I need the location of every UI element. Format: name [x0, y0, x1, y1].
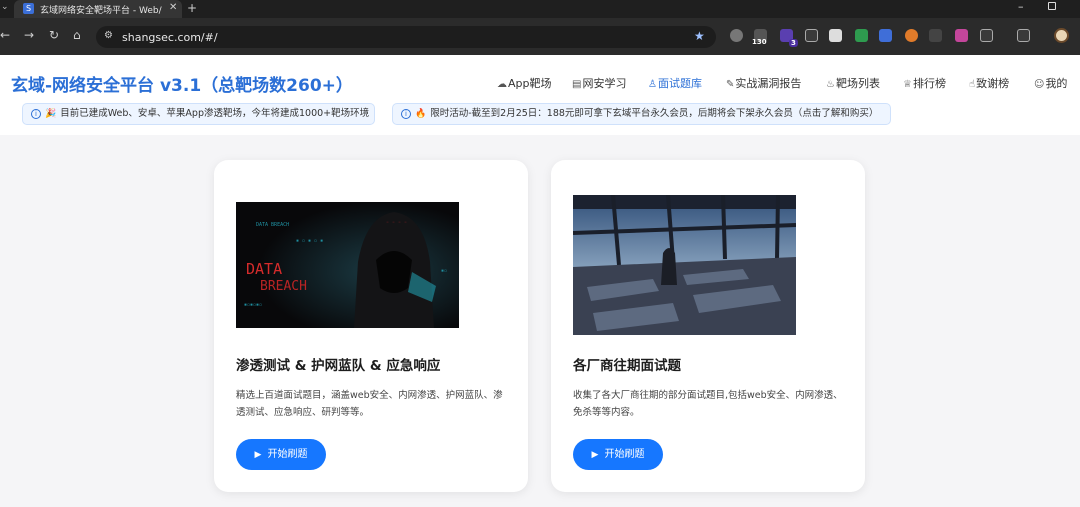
extension-sheet-icon[interactable]	[855, 29, 868, 42]
svg-text:◦ ◦ ◦ ◦: ◦ ◦ ◦ ◦	[386, 220, 407, 226]
fire-emoji-icon: 🔥	[415, 109, 427, 119]
book-icon: ▤	[572, 79, 582, 90]
tab-title: 玄域网络安全靶场平台 - Web/	[40, 6, 162, 16]
site-favicon-icon: S	[23, 3, 34, 14]
back-icon[interactable]: ←	[0, 28, 10, 42]
reload-icon[interactable]: ↻	[49, 28, 59, 42]
card-image-data-breach: DATA BREACH ◦ ◦ ◦ ◦ ▪ ▫ ▪ ▫ ▪ ▪▫▪▫▪▫ ▪▫ …	[236, 202, 459, 328]
site-header: 玄域-网络安全平台 v3.1（总靶场数260+） ☁App靶场 ▤网安学习 ♙面…	[0, 55, 1080, 135]
fire-icon: ♨	[826, 79, 835, 90]
home-icon[interactable]: ⌂	[73, 28, 81, 42]
tab-search-chevron-icon[interactable]: ⌄	[1, 2, 9, 12]
hacker-illustration-icon: DATA BREACH ◦ ◦ ◦ ◦ ▪ ▫ ▪ ▫ ▪ ▪▫▪▫▪▫ ▪▫ …	[236, 202, 459, 328]
window-restore-icon[interactable]	[1048, 2, 1056, 10]
user-icon: ♙	[648, 79, 657, 90]
thumbs-up-icon: ☝	[969, 79, 976, 90]
nav-mine[interactable]: ☺我的	[1034, 75, 1067, 91]
info-icon: i	[31, 108, 41, 119]
extension-circle-icon[interactable]	[730, 29, 743, 42]
extension-gear-icon[interactable]	[905, 29, 918, 42]
browser-toolbar: ← → ↻ ⌂ ⚙ shangsec.com/#/ ★ 130 3	[0, 18, 1080, 55]
play-icon: ▶	[254, 450, 262, 460]
card-description: 精选上百道面试题目，涵盖web安全、内网渗透、护网蓝队、渗透测试、应急响应、研判…	[236, 390, 503, 418]
notice-text: 限时活动-截至到2月25日：188元即可拿下玄域平台永久会员，后期将会下架永久会…	[430, 108, 879, 119]
card-title: 各厂商往期面试题	[573, 358, 681, 374]
notice-text: 目前已建成Web、安卓、苹果App渗透靶场，今年将建成1000+靶场环境	[60, 108, 370, 119]
nav-leaderboard[interactable]: ♕排行榜	[903, 75, 946, 91]
new-tab-icon[interactable]: +	[187, 1, 197, 15]
start-quiz-button[interactable]: ▶ 开始刷题	[573, 439, 663, 470]
interview-card-pentest[interactable]: DATA BREACH ◦ ◦ ◦ ◦ ▪ ▫ ▪ ▫ ▪ ▪▫▪▫▪▫ ▪▫ …	[214, 160, 528, 492]
address-bar[interactable]: ⚙ shangsec.com/#/ ★	[96, 26, 716, 48]
window-minimize-icon[interactable]: –	[1018, 0, 1024, 13]
extension-puzzle-color-icon[interactable]	[879, 29, 892, 42]
party-icon: 🎉	[45, 109, 57, 119]
extensions-puzzle-icon[interactable]	[980, 29, 993, 42]
card-description: 收集了各大厂商往期的部分面试题目,包括web安全、内网渗透、免杀等等内容。	[573, 390, 843, 418]
edit-icon: ✎	[726, 79, 735, 90]
person-icon: ☺	[1034, 79, 1045, 90]
card-title: 渗透测试 & 护网蓝队 & 应急响应	[236, 358, 441, 374]
svg-text:▪▫▪▫▪▫: ▪▫▪▫▪▫	[244, 302, 262, 308]
nav-thanks[interactable]: ☝致谢榜	[969, 75, 1009, 91]
site-title[interactable]: 玄域-网络安全平台 v3.1（总靶场数260+）	[11, 71, 353, 96]
classroom-illustration-icon	[573, 195, 796, 335]
extension-text-icon[interactable]	[929, 29, 942, 42]
site-settings-icon[interactable]: ⚙	[104, 30, 113, 41]
forward-icon[interactable]: →	[24, 28, 34, 42]
nav-interview-bank[interactable]: ♙面试题库	[648, 75, 702, 91]
nav-security-study[interactable]: ▤网安学习	[572, 75, 626, 91]
browser-tab[interactable]: S 玄域网络安全靶场平台 - Web/ ✕	[14, 0, 182, 18]
nav-app-range[interactable]: ☁App靶场	[497, 75, 552, 91]
nav-range-list[interactable]: ♨靶场列表	[826, 75, 880, 91]
notice-ranges[interactable]: i 🎉 目前已建成Web、安卓、苹果App渗透靶场，今年将建成1000+靶场环境	[22, 103, 375, 125]
extension-small-badge: 3	[789, 39, 798, 47]
card-image-classroom	[573, 195, 796, 335]
cloud-icon: ☁	[497, 79, 507, 90]
bookmark-star-icon[interactable]: ★	[694, 29, 705, 43]
url-text[interactable]: shangsec.com/#/	[122, 31, 218, 44]
image-text-breach: BREACH	[260, 279, 307, 294]
nav-vuln-reports[interactable]: ✎实战漏洞报告	[726, 75, 801, 91]
svg-text:▪▫: ▪▫	[441, 268, 447, 274]
image-caption-data-breach: DATA BREACH	[256, 222, 289, 228]
extension-clipboard-icon[interactable]	[805, 29, 818, 42]
svg-text:▪ ▫ ▪ ▫ ▪: ▪ ▫ ▪ ▫ ▪	[296, 238, 323, 244]
info-icon: i	[401, 108, 411, 119]
profile-avatar[interactable]	[1054, 28, 1069, 43]
trophy-icon: ♕	[903, 79, 912, 90]
notice-promotion[interactable]: i 🔥 限时活动-截至到2月25日：188元即可拿下玄域平台永久会员，后期将会下架永…	[392, 103, 891, 125]
qr-code-icon[interactable]	[1017, 29, 1030, 42]
interview-card-vendors[interactable]: 各厂商往期面试题 收集了各大厂商往期的部分面试题目,包括web安全、内网渗透、免…	[551, 160, 865, 492]
extension-counter-badge: 130	[752, 38, 767, 46]
image-text-data: DATA	[246, 260, 282, 278]
extension-list-icon[interactable]	[829, 29, 842, 42]
extension-translate-icon[interactable]	[955, 29, 968, 42]
play-icon: ▶	[591, 450, 599, 460]
browser-tab-bar: ⌄ S 玄域网络安全靶场平台 - Web/ ✕ + –	[0, 0, 1080, 18]
start-quiz-button[interactable]: ▶ 开始刷题	[236, 439, 326, 470]
tab-close-icon[interactable]: ✕	[169, 2, 177, 13]
